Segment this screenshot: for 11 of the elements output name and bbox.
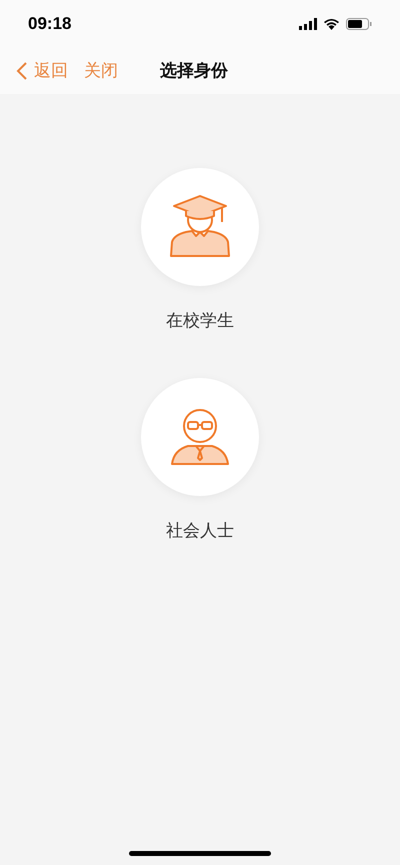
signal-icon	[299, 18, 317, 30]
page-title: 选择身份	[160, 60, 228, 82]
chevron-left-icon	[16, 61, 28, 81]
wifi-icon	[323, 18, 340, 30]
graduate-icon	[168, 194, 232, 260]
status-time: 09:18	[28, 13, 72, 36]
close-button[interactable]: 关闭	[84, 58, 118, 84]
option-label: 社会人士	[166, 520, 234, 542]
option-label: 在校学生	[166, 310, 234, 332]
back-button[interactable]: 返回	[16, 58, 68, 84]
battery-icon	[346, 18, 372, 30]
